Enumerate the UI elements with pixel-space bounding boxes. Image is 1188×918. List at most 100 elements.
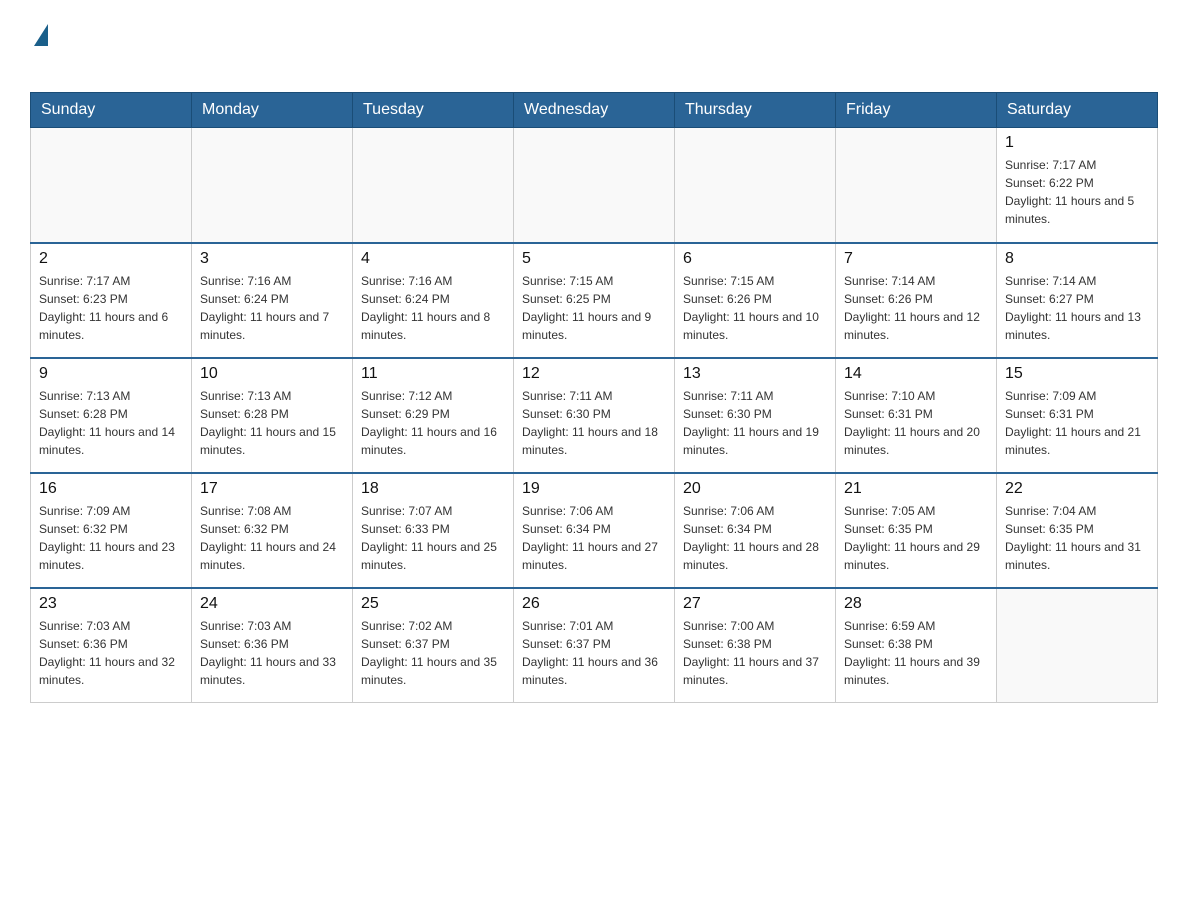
day-info: Sunrise: 7:02 AMSunset: 6:37 PMDaylight:… <box>361 617 505 689</box>
weekday-header-saturday: Saturday <box>997 93 1158 128</box>
day-number: 23 <box>39 595 183 613</box>
calendar-cell: 5 Sunrise: 7:15 AMSunset: 6:25 PMDaylight… <box>514 243 675 358</box>
day-number: 8 <box>1005 250 1149 268</box>
calendar-cell: 10Sunrise: 7:13 AMSunset: 6:28 PMDayligh… <box>192 358 353 473</box>
day-info: Sunrise: 7:06 AMSunset: 6:34 PMDaylight:… <box>522 502 666 574</box>
day-number: 13 <box>683 365 827 383</box>
calendar-cell: 26Sunrise: 7:01 AMSunset: 6:37 PMDayligh… <box>514 588 675 703</box>
day-number: 5 <box>522 250 666 268</box>
day-number: 9 <box>39 365 183 383</box>
day-number: 3 <box>200 250 344 268</box>
day-number: 19 <box>522 480 666 498</box>
day-info: Sunrise: 7:15 AMSunset: 6:26 PMDaylight:… <box>683 272 827 344</box>
calendar-table: SundayMondayTuesdayWednesdayThursdayFrid… <box>30 92 1158 703</box>
weekday-header-row: SundayMondayTuesdayWednesdayThursdayFrid… <box>31 93 1158 128</box>
calendar-week-5: 23 Sunrise: 7:03 AMSunset: 6:36 PMDayligh… <box>31 588 1158 703</box>
day-number: 14 <box>844 365 988 383</box>
weekday-header-tuesday: Tuesday <box>353 93 514 128</box>
calendar-cell: 21 Sunrise: 7:05 AMSunset: 6:35 PMDayligh… <box>836 473 997 588</box>
calendar-cell: 11Sunrise: 7:12 AMSunset: 6:29 PMDayligh… <box>353 358 514 473</box>
day-info: Sunrise: 7:17 AMSunset: 6:23 PMDaylight:… <box>39 272 183 344</box>
day-info: Sunrise: 7:03 AMSunset: 6:36 PMDaylight:… <box>39 617 183 689</box>
calendar-cell <box>31 128 192 243</box>
day-number: 15 <box>1005 365 1149 383</box>
calendar-cell: 1Sunrise: 7:17 AMSunset: 6:22 PMDaylight… <box>997 128 1158 243</box>
logo <box>30 20 48 76</box>
day-info: Sunrise: 7:06 AMSunset: 6:34 PMDaylight:… <box>683 502 827 574</box>
weekday-header-monday: Monday <box>192 93 353 128</box>
calendar-cell <box>997 588 1158 703</box>
day-number: 26 <box>522 595 666 613</box>
weekday-header-wednesday: Wednesday <box>514 93 675 128</box>
calendar-cell: 18 Sunrise: 7:07 AMSunset: 6:33 PMDayligh… <box>353 473 514 588</box>
day-number: 12 <box>522 365 666 383</box>
calendar-cell: 14 Sunrise: 7:10 AMSunset: 6:31 PMDayligh… <box>836 358 997 473</box>
day-info: Sunrise: 7:16 AMSunset: 6:24 PMDaylight:… <box>361 272 505 344</box>
day-info: Sunrise: 7:15 AMSunset: 6:25 PMDaylight:… <box>522 272 666 344</box>
day-number: 28 <box>844 595 988 613</box>
calendar-cell <box>514 128 675 243</box>
calendar-cell <box>353 128 514 243</box>
day-info: Sunrise: 7:14 AMSunset: 6:27 PMDaylight:… <box>1005 272 1149 344</box>
day-info: Sunrise: 7:11 AMSunset: 6:30 PMDaylight:… <box>683 387 827 459</box>
calendar-week-1: 1Sunrise: 7:17 AMSunset: 6:22 PMDaylight… <box>31 128 1158 243</box>
calendar-cell: 8 Sunrise: 7:14 AMSunset: 6:27 PMDaylight… <box>997 243 1158 358</box>
day-info: Sunrise: 7:11 AMSunset: 6:30 PMDaylight:… <box>522 387 666 459</box>
day-info: Sunrise: 7:16 AMSunset: 6:24 PMDaylight:… <box>200 272 344 344</box>
calendar-cell: 24 Sunrise: 7:03 AMSunset: 6:36 PMDayligh… <box>192 588 353 703</box>
calendar-cell: 16 Sunrise: 7:09 AMSunset: 6:32 PMDayligh… <box>31 473 192 588</box>
day-info: Sunrise: 7:07 AMSunset: 6:33 PMDaylight:… <box>361 502 505 574</box>
day-number: 27 <box>683 595 827 613</box>
calendar-cell: 7 Sunrise: 7:14 AMSunset: 6:26 PMDaylight… <box>836 243 997 358</box>
calendar-cell: 28 Sunrise: 6:59 AMSunset: 6:38 PMDayligh… <box>836 588 997 703</box>
day-info: Sunrise: 7:13 AMSunset: 6:28 PMDaylight:… <box>39 387 183 459</box>
day-info: Sunrise: 7:08 AMSunset: 6:32 PMDaylight:… <box>200 502 344 574</box>
day-info: Sunrise: 7:10 AMSunset: 6:31 PMDaylight:… <box>844 387 988 459</box>
calendar-cell: 6 Sunrise: 7:15 AMSunset: 6:26 PMDaylight… <box>675 243 836 358</box>
calendar-cell: 13 Sunrise: 7:11 AMSunset: 6:30 PMDayligh… <box>675 358 836 473</box>
calendar-cell: 27 Sunrise: 7:00 AMSunset: 6:38 PMDayligh… <box>675 588 836 703</box>
calendar-cell: 3 Sunrise: 7:16 AMSunset: 6:24 PMDaylight… <box>192 243 353 358</box>
day-number: 11 <box>361 365 505 383</box>
day-number: 20 <box>683 480 827 498</box>
page-header <box>30 20 1158 76</box>
calendar-week-4: 16 Sunrise: 7:09 AMSunset: 6:32 PMDayligh… <box>31 473 1158 588</box>
day-number: 7 <box>844 250 988 268</box>
day-number: 6 <box>683 250 827 268</box>
weekday-header-thursday: Thursday <box>675 93 836 128</box>
day-number: 24 <box>200 595 344 613</box>
day-info: Sunrise: 7:14 AMSunset: 6:26 PMDaylight:… <box>844 272 988 344</box>
day-number: 21 <box>844 480 988 498</box>
day-info: Sunrise: 7:03 AMSunset: 6:36 PMDaylight:… <box>200 617 344 689</box>
calendar-cell <box>836 128 997 243</box>
calendar-cell: 15 Sunrise: 7:09 AMSunset: 6:31 PMDayligh… <box>997 358 1158 473</box>
day-number: 4 <box>361 250 505 268</box>
calendar-cell: 2 Sunrise: 7:17 AMSunset: 6:23 PMDaylight… <box>31 243 192 358</box>
day-number: 16 <box>39 480 183 498</box>
calendar-cell: 19 Sunrise: 7:06 AMSunset: 6:34 PMDayligh… <box>514 473 675 588</box>
day-number: 22 <box>1005 480 1149 498</box>
calendar-week-3: 9 Sunrise: 7:13 AMSunset: 6:28 PMDaylight… <box>31 358 1158 473</box>
day-number: 1 <box>1005 134 1149 152</box>
calendar-cell: 4 Sunrise: 7:16 AMSunset: 6:24 PMDaylight… <box>353 243 514 358</box>
calendar-cell: 20 Sunrise: 7:06 AMSunset: 6:34 PMDayligh… <box>675 473 836 588</box>
calendar-cell: 17Sunrise: 7:08 AMSunset: 6:32 PMDayligh… <box>192 473 353 588</box>
weekday-header-friday: Friday <box>836 93 997 128</box>
calendar-cell: 25 Sunrise: 7:02 AMSunset: 6:37 PMDayligh… <box>353 588 514 703</box>
calendar-cell <box>192 128 353 243</box>
day-info: Sunrise: 7:05 AMSunset: 6:35 PMDaylight:… <box>844 502 988 574</box>
day-number: 18 <box>361 480 505 498</box>
calendar-cell: 9 Sunrise: 7:13 AMSunset: 6:28 PMDaylight… <box>31 358 192 473</box>
day-info: Sunrise: 6:59 AMSunset: 6:38 PMDaylight:… <box>844 617 988 689</box>
calendar-cell: 22 Sunrise: 7:04 AMSunset: 6:35 PMDayligh… <box>997 473 1158 588</box>
day-number: 2 <box>39 250 183 268</box>
day-info: Sunrise: 7:09 AMSunset: 6:32 PMDaylight:… <box>39 502 183 574</box>
day-number: 25 <box>361 595 505 613</box>
calendar-cell: 12 Sunrise: 7:11 AMSunset: 6:30 PMDayligh… <box>514 358 675 473</box>
day-info: Sunrise: 7:09 AMSunset: 6:31 PMDaylight:… <box>1005 387 1149 459</box>
day-info: Sunrise: 7:00 AMSunset: 6:38 PMDaylight:… <box>683 617 827 689</box>
day-info: Sunrise: 7:04 AMSunset: 6:35 PMDaylight:… <box>1005 502 1149 574</box>
calendar-week-2: 2 Sunrise: 7:17 AMSunset: 6:23 PMDaylight… <box>31 243 1158 358</box>
day-number: 10 <box>200 365 344 383</box>
logo-arrow-icon <box>34 24 48 46</box>
